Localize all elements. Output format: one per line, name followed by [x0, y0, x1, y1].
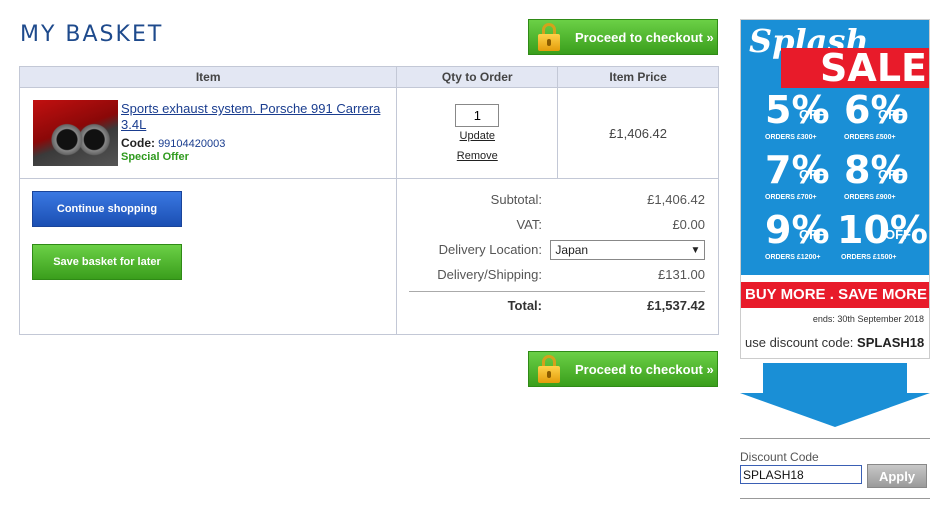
totals-divider — [409, 291, 705, 292]
actions-cell: Continue shopping Save basket for later — [18, 178, 398, 335]
tier-orders: ORDERS £300+ — [765, 134, 817, 141]
buy-more-strip: BUY MORE . SAVE MORE — [741, 282, 929, 308]
tier-orders: ORDERS £1500+ — [841, 254, 897, 261]
column-header-qty: Qty to Order — [396, 66, 559, 88]
quantity-input[interactable] — [455, 104, 500, 127]
vat-value: £0.00 — [672, 217, 705, 232]
tier-orders: ORDERS £500+ — [844, 134, 896, 141]
delivery-location-value: Japan — [555, 243, 589, 257]
totals-cell: Subtotal: £1,406.42 VAT: £0.00 Delivery … — [396, 178, 719, 335]
tier-percent: 10% — [837, 208, 928, 252]
basket-page: MY BASKET Proceed to checkout » Item Qty… — [0, 0, 948, 518]
tier-off: OFF — [878, 107, 904, 122]
discount-tier: 5% OFF ORDERS £300+ — [765, 90, 855, 148]
banner-discount-code: use discount code: SPLASH18 — [745, 335, 924, 350]
banner-sale-text: SALE — [781, 48, 929, 88]
tier-off: OFF — [885, 227, 911, 242]
discount-bottom-divider — [740, 498, 930, 499]
item-price: £1,406.42 — [557, 87, 719, 179]
discount-tier: 7% OFF ORDERS £700+ — [765, 150, 855, 208]
proceed-to-checkout-button-top[interactable]: Proceed to checkout » — [528, 19, 718, 55]
subtotal-label: Subtotal: — [490, 192, 542, 207]
splash-sale-banner[interactable]: Splash SALE 5% OFF ORDERS £300+ 6% OFF O… — [740, 19, 930, 359]
banner-header: Splash SALE — [741, 20, 929, 88]
code-value: 99104420003 — [158, 138, 226, 150]
checkout-label: Proceed to checkout » — [575, 29, 714, 45]
padlock-icon — [537, 352, 567, 386]
remove-link[interactable]: Remove — [397, 150, 557, 162]
product-link[interactable]: Sports exhaust system. Porsche 991 Carre… — [121, 101, 391, 133]
discount-tier: 10% OFF ORDERS £1500+ — [837, 208, 928, 268]
banner-code-prefix: use discount code: — [745, 335, 854, 350]
banner-code-value: SPLASH18 — [857, 335, 925, 350]
apply-discount-button[interactable]: Apply — [867, 464, 927, 488]
padlock-icon — [537, 20, 567, 54]
proceed-to-checkout-button-bottom[interactable]: Proceed to checkout » — [528, 351, 718, 387]
dropdown-arrow-icon: ▼ — [690, 244, 701, 256]
down-arrow-icon — [740, 363, 930, 427]
product-thumbnail[interactable] — [33, 100, 118, 166]
page-title: MY BASKET — [20, 22, 164, 47]
code-label: Code: — [121, 136, 155, 150]
total-label: Total: — [507, 298, 542, 313]
discount-tiers: 5% OFF ORDERS £300+ 6% OFF ORDERS £500+ … — [741, 88, 929, 275]
column-header-price: Item Price — [557, 66, 719, 88]
table-row: Sports exhaust system. Porsche 991 Carre… — [18, 87, 719, 179]
checkout-label: Proceed to checkout » — [575, 361, 714, 377]
discount-code-label: Discount Code — [740, 450, 819, 464]
basket-table: Item Qty to Order Item Price Sports exha… — [18, 66, 719, 335]
special-offer-badge: Special Offer — [121, 151, 189, 163]
subtotal-value: £1,406.42 — [647, 192, 705, 207]
shipping-label: Delivery/Shipping: — [437, 267, 542, 282]
discount-code-input[interactable] — [740, 465, 862, 484]
save-basket-button[interactable]: Save basket for later — [32, 244, 182, 280]
continue-shopping-button[interactable]: Continue shopping — [32, 191, 182, 227]
tier-orders: ORDERS £900+ — [844, 194, 896, 201]
shipping-value: £131.00 — [658, 267, 705, 282]
vat-label: VAT: — [516, 217, 542, 232]
qty-cell: Update Remove — [396, 87, 559, 179]
discount-tier: 6% OFF ORDERS £500+ — [844, 90, 929, 148]
item-cell: Sports exhaust system. Porsche 991 Carre… — [18, 87, 398, 179]
delivery-location-select[interactable]: Japan ▼ — [550, 240, 706, 260]
tier-orders: ORDERS £1200+ — [765, 254, 821, 261]
delivery-location-label: Delivery Location: — [438, 242, 542, 257]
product-code: Code: 99104420003 — [121, 136, 225, 150]
tier-off: OFF — [799, 227, 825, 242]
discount-top-divider — [740, 438, 930, 439]
discount-tier: 8% OFF ORDERS £900+ — [844, 150, 929, 208]
tier-off: OFF — [799, 167, 825, 182]
update-link[interactable]: Update — [397, 130, 557, 142]
tier-off: OFF — [878, 167, 904, 182]
tier-orders: ORDERS £700+ — [765, 194, 817, 201]
column-header-item: Item — [18, 66, 398, 88]
total-value: £1,537.42 — [647, 298, 705, 313]
sale-end-date: ends: 30th September 2018 — [812, 314, 924, 324]
tier-off: OFF — [799, 107, 825, 122]
